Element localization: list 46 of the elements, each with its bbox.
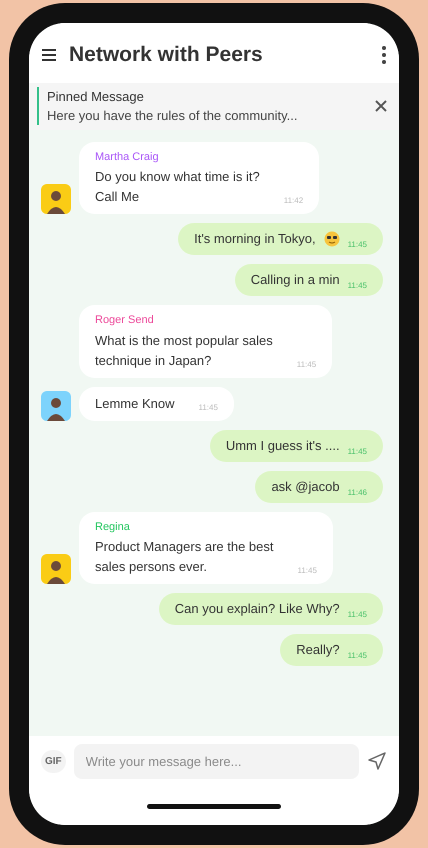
avatar[interactable] [41, 184, 71, 214]
message-time: 11:45 [348, 280, 367, 292]
outgoing-message-bubble[interactable]: Umm I guess it's .... 11:45 [210, 430, 383, 462]
pinned-label: Pinned Message [47, 88, 145, 106]
message-time: 11:45 [348, 609, 367, 621]
message-time: 11:45 [348, 239, 367, 251]
more-icon[interactable] [381, 44, 387, 65]
outgoing-message-bubble[interactable]: ask @jacob 11:46 [255, 470, 383, 502]
message-text: Calling in a min [250, 271, 340, 289]
sender-name: Regina [95, 520, 131, 534]
incoming-message-bubble[interactable]: Lemme Know 11:45 [79, 386, 234, 420]
message-text: Umm I guess it's .... [226, 436, 340, 455]
avatar[interactable] [41, 390, 71, 420]
pinned-banner[interactable]: Pinned Message Here you have the rules of the community... [29, 82, 399, 130]
message-text: Really? [296, 641, 340, 659]
message-time: 11:45 [198, 402, 218, 414]
message-text: ask @jacob [271, 478, 340, 496]
message-text: It's morning in Tokyo, [194, 230, 316, 248]
outgoing-message-bubble[interactable]: Calling in a min 11:45 [234, 264, 383, 296]
outgoing-message-bubble[interactable]: It's morning in Tokyo, 11:45 [178, 223, 383, 255]
message-text: Product Managers are the best sales persons ever. [95, 538, 274, 576]
message-time: 11:45 [348, 446, 367, 458]
sender-name: Martha Craig [95, 150, 160, 164]
message-time: 11:42 [284, 195, 304, 207]
close-icon[interactable] [375, 100, 387, 112]
message-text: Lemme Know [95, 394, 174, 412]
chat-title: Network with Peers [69, 42, 264, 68]
send-icon[interactable] [367, 751, 387, 772]
message-time: 11:46 [348, 486, 367, 498]
message-text: Do you know what time is it? Call Me [95, 168, 260, 206]
outgoing-message-bubble[interactable]: Really? 11:45 [280, 634, 383, 666]
sender-name: Roger Send [95, 313, 155, 328]
message-input-field[interactable]: Write your message here... [74, 744, 359, 779]
outgoing-message-bubble[interactable]: Can you explain? Like Why? 11:45 [158, 593, 383, 625]
message-time: 11:45 [348, 650, 367, 662]
incoming-message-bubble[interactable]: Martha Craig Do you know what time is it? Call Me 11:42 [79, 142, 320, 214]
message-time: 11:45 [298, 565, 317, 577]
message-time: 11:45 [296, 358, 316, 370]
message-text: What is the most popular sales technique in Japan? [95, 332, 273, 370]
incoming-message-bubble[interactable]: Regina Product Managers are the best sales persons ever. 11:45 [79, 512, 333, 584]
gif-button[interactable]: GIF [41, 750, 66, 773]
incoming-message-bubble[interactable]: Roger Send What is the most popular sales technique in Japan? 11:45 [79, 305, 332, 378]
pinned-text: Here you have the rules of the community... [47, 107, 298, 125]
message-text: Can you explain? Like Why? [174, 600, 340, 618]
menu-icon[interactable] [41, 48, 57, 62]
avatar[interactable] [41, 554, 71, 584]
